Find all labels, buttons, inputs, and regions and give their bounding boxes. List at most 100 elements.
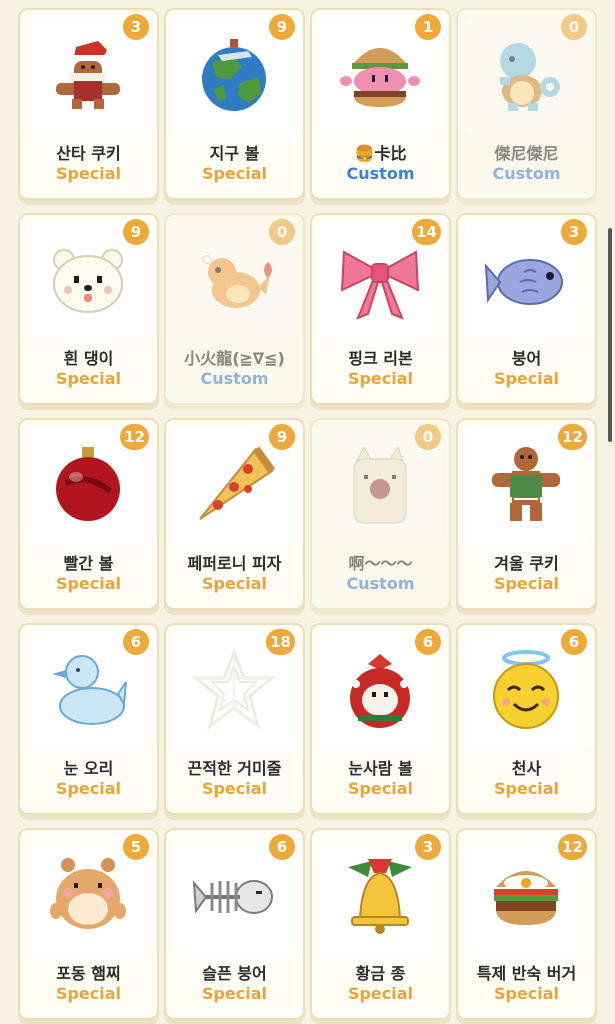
sticker-name: 눈사람 볼 xyxy=(348,759,413,778)
count-badge: 18 xyxy=(266,629,295,655)
sticker-card-egg-burger[interactable]: 12 특제 반숙 버거 Special xyxy=(456,828,597,1020)
hamster-icon xyxy=(50,858,126,929)
snow-duck-icon xyxy=(52,655,127,725)
sticker-collection-screen: 3 산타 쿠키 Special 9 지구 볼 Special 1 🍔卡比 Cus… xyxy=(0,0,615,1024)
sticker-type: Special xyxy=(55,369,122,388)
sticker-type: Special xyxy=(201,984,268,1003)
snowman-ornament-icon xyxy=(350,654,410,728)
sticker-type: Custom xyxy=(492,164,561,183)
count-badge: 6 xyxy=(269,834,295,860)
count-badge: 6 xyxy=(123,629,149,655)
sticker-card-golden-bell[interactable]: 3 황금 종 Special xyxy=(310,828,451,1020)
sticker-card-red-ball[interactable]: 12 빨간 볼 Special xyxy=(18,418,159,610)
sticker-type: Special xyxy=(201,574,268,593)
sticker-type: Custom xyxy=(346,574,415,593)
winter-gingerbread-icon xyxy=(492,447,560,521)
count-badge: 9 xyxy=(269,424,295,450)
sticker-name: 끈적한 거미줄 xyxy=(187,759,282,778)
sticker-type: Special xyxy=(347,779,414,798)
sticker-name: 겨울 쿠키 xyxy=(494,554,559,573)
pizza-slice-icon xyxy=(199,446,276,520)
sticker-name: 🍔卡比 xyxy=(354,144,407,163)
sticker-card-angel[interactable]: 6 천사 Special xyxy=(456,623,597,815)
sticker-name: 핑크 리본 xyxy=(348,349,413,368)
sticker-type: Special xyxy=(493,984,560,1003)
count-badge: 0 xyxy=(561,14,587,40)
sticker-type: Special xyxy=(493,369,560,388)
count-badge: 12 xyxy=(120,424,149,450)
sticker-card-snowman-ball[interactable]: 6 눈사람 볼 Special xyxy=(310,623,451,815)
charmander-icon xyxy=(201,255,272,308)
sticker-card-charmander[interactable]: 0 小火龍(≧∇≦) Custom xyxy=(164,213,305,405)
sticker-type: Special xyxy=(201,779,268,798)
count-badge: 14 xyxy=(412,219,441,245)
count-badge: 6 xyxy=(561,629,587,655)
spider-web-icon xyxy=(191,647,277,730)
sticker-card-pepperoni-pizza[interactable]: 9 페퍼로니 피자 Special xyxy=(164,418,305,610)
sticker-card-screaming-cat[interactable]: 0 啊～～～ Custom xyxy=(310,418,451,610)
sticker-card-squirtle[interactable]: 0 傑尼傑尼 Custom xyxy=(456,8,597,200)
screaming-cat-icon xyxy=(353,445,407,524)
sticker-card-winter-cookie[interactable]: 12 겨울 쿠키 Special xyxy=(456,418,597,610)
sticker-name: 산타 쿠키 xyxy=(56,144,121,163)
sticker-name: 傑尼傑尼 xyxy=(494,144,559,163)
pink-ribbon-icon xyxy=(340,250,420,320)
sticker-type: Special xyxy=(201,164,268,183)
angel-emoji-icon xyxy=(493,650,559,729)
sticker-type: Special xyxy=(55,984,122,1003)
sticker-card-sticky-web[interactable]: 18 끈적한 거미줄 Special xyxy=(164,623,305,815)
sticker-name: 황금 종 xyxy=(355,964,406,983)
golden-bell-icon xyxy=(348,859,412,934)
red-ornament-icon xyxy=(56,447,120,521)
sticker-name: 빨간 볼 xyxy=(63,554,114,573)
sticker-type: Special xyxy=(347,984,414,1003)
sticker-card-santa-cookie[interactable]: 3 산타 쿠키 Special xyxy=(18,8,159,200)
count-badge: 1 xyxy=(415,14,441,40)
sticker-card-fish-bread[interactable]: 3 붕어 Special xyxy=(456,213,597,405)
sticker-name: 슬픈 붕어 xyxy=(202,964,267,983)
sticker-card-pink-ribbon[interactable]: 14 핑크 리본 Special xyxy=(310,213,451,405)
count-badge: 5 xyxy=(123,834,149,860)
count-badge: 0 xyxy=(415,424,441,450)
count-badge: 6 xyxy=(415,629,441,655)
count-badge: 0 xyxy=(269,219,295,245)
burger-kirby-icon xyxy=(340,48,420,107)
sticker-type: Special xyxy=(347,369,414,388)
count-badge: 3 xyxy=(415,834,441,860)
sticker-card-sad-fish[interactable]: 6 슬픈 붕어 Special xyxy=(164,828,305,1020)
sticker-card-snow-duck[interactable]: 6 눈 오리 Special xyxy=(18,623,159,815)
count-badge: 3 xyxy=(123,14,149,40)
white-puppy-icon xyxy=(53,249,123,313)
vertical-scrollbar[interactable] xyxy=(608,228,612,442)
fish-skeleton-icon xyxy=(192,880,273,914)
count-badge: 12 xyxy=(558,424,587,450)
sticker-type: Special xyxy=(493,779,560,798)
sticker-name: 천사 xyxy=(511,759,542,778)
sticker-type: Special xyxy=(493,574,560,593)
count-badge: 9 xyxy=(269,14,295,40)
sticker-card-earth-ball[interactable]: 9 지구 볼 Special xyxy=(164,8,305,200)
sticker-name: 특제 반숙 버거 xyxy=(476,964,577,983)
count-badge: 3 xyxy=(561,219,587,245)
sticker-name: 페퍼로니 피자 xyxy=(187,554,282,573)
sticker-card-burger-kirby[interactable]: 1 🍔卡比 Custom xyxy=(310,8,451,200)
squirtle-icon xyxy=(500,43,560,111)
fish-bread-icon xyxy=(484,259,563,305)
sticker-name: 흰 댕이 xyxy=(63,349,114,368)
sticker-type: Special xyxy=(55,164,122,183)
sticker-type: Custom xyxy=(346,164,415,183)
sticker-name: 눈 오리 xyxy=(63,759,114,778)
sticker-name: 포동 햄찌 xyxy=(56,964,121,983)
sticker-name: 啊～～～ xyxy=(348,554,413,573)
sticker-name: 지구 볼 xyxy=(209,144,260,163)
sticker-type: Special xyxy=(55,779,122,798)
sticker-type: Special xyxy=(55,574,122,593)
sticker-type: Custom xyxy=(200,369,269,388)
sticker-name: 붕어 xyxy=(511,349,542,368)
santa-gingerbread-icon xyxy=(56,41,120,109)
sticker-card-white-puppy[interactable]: 9 흰 댕이 Special xyxy=(18,213,159,405)
egg-burger-icon xyxy=(494,871,558,925)
earth-ornament-icon xyxy=(202,39,266,111)
sticker-name: 小火龍(≧∇≦) xyxy=(184,349,285,368)
sticker-card-chubby-hamster[interactable]: 5 포동 햄찌 Special xyxy=(18,828,159,1020)
